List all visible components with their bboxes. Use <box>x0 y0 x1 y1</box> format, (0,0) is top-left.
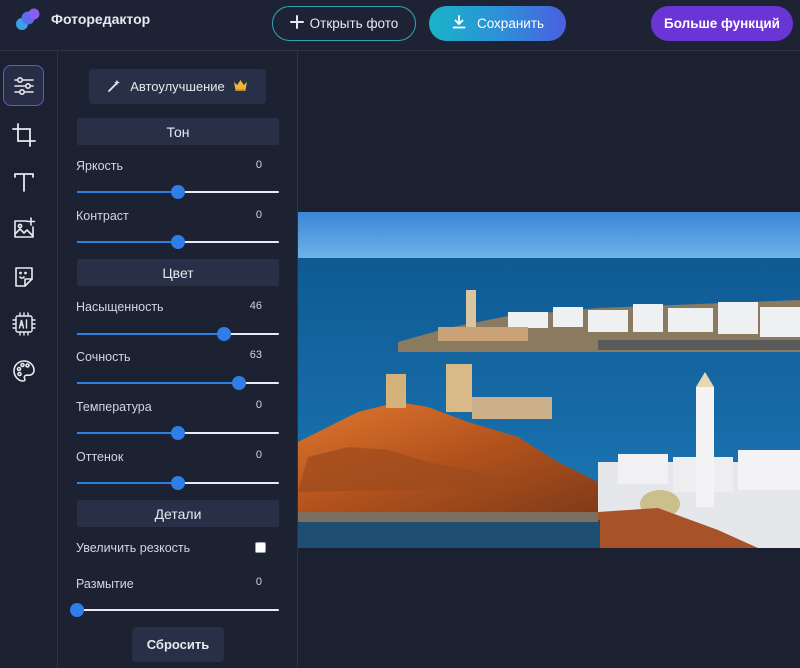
slider-track <box>77 609 279 611</box>
slider-thumb[interactable] <box>231 376 246 390</box>
slider-thumb[interactable] <box>171 185 185 199</box>
auto-enhance-button[interactable]: Автоулучшение <box>89 69 266 104</box>
slider-fill <box>77 333 225 335</box>
tint-value: 0 <box>255 449 262 461</box>
slider-thumb[interactable] <box>70 603 84 617</box>
slider-fill <box>77 482 178 484</box>
ai-icon <box>11 311 36 336</box>
blur-value: 0 <box>255 576 262 588</box>
palette-tool[interactable] <box>3 350 44 391</box>
sharpen-checkbox[interactable] <box>255 542 266 553</box>
palette-icon <box>12 359 35 382</box>
ai-tool[interactable] <box>3 303 44 344</box>
slider-fill <box>77 432 178 434</box>
slider-thumb[interactable] <box>171 235 185 249</box>
add-image-tool[interactable] <box>3 208 44 249</box>
open-photo-button[interactable]: Открыть фото <box>272 6 416 41</box>
vibrance-label: Сочность <box>76 350 131 364</box>
save-button[interactable]: Сохранить <box>429 6 566 41</box>
contrast-label: Контраст <box>76 209 129 223</box>
brightness-label: Яркость <box>76 159 124 173</box>
adjustments-panel: Автоулучшение Тон Яркость 0 Контраст 0 Ц… <box>58 51 298 668</box>
saturation-label: Насыщенность <box>76 300 164 314</box>
text-icon <box>13 172 34 192</box>
section-details-header: Детали <box>77 500 279 527</box>
saturation-value: 46 <box>249 300 262 312</box>
contrast-value: 0 <box>255 209 262 221</box>
sharpen-label: Увеличить резкость <box>76 541 191 555</box>
canvas-area <box>298 51 800 668</box>
brightness-value: 0 <box>255 159 262 171</box>
reset-button[interactable]: Сбросить <box>132 627 224 662</box>
section-color-header: Цвет <box>77 259 279 286</box>
tool-rail <box>0 51 58 668</box>
edited-photo[interactable] <box>298 212 800 548</box>
temperature-slider[interactable] <box>77 426 279 440</box>
tint-slider[interactable] <box>77 476 279 490</box>
adjust-icon <box>13 76 34 95</box>
coastal-town-photo <box>298 212 800 548</box>
sticker-icon <box>14 266 33 287</box>
plus-icon <box>289 15 304 32</box>
blur-label: Размытие <box>76 577 134 591</box>
app-logo-icon <box>14 8 42 32</box>
vibrance-slider[interactable] <box>77 376 279 390</box>
auto-enhance-label: Автоулучшение <box>130 79 225 94</box>
slider-fill <box>77 241 178 243</box>
text-tool[interactable] <box>3 161 44 202</box>
adjust-tool[interactable] <box>3 65 44 106</box>
saturation-slider[interactable] <box>77 327 279 341</box>
contrast-slider[interactable] <box>77 235 279 249</box>
app-header: Фоторедактор Открыть фото Сохранить Боль… <box>0 0 800 51</box>
save-label: Сохранить <box>476 16 545 31</box>
slider-thumb[interactable] <box>217 327 232 341</box>
crown-icon <box>233 79 248 94</box>
more-features-button[interactable]: Больше функций <box>651 6 793 41</box>
sticker-tool[interactable] <box>3 256 44 297</box>
vibrance-value: 63 <box>249 349 262 361</box>
download-icon <box>451 14 467 33</box>
add-image-icon <box>13 216 35 238</box>
temperature-label: Температура <box>76 400 152 414</box>
slider-fill <box>77 191 178 193</box>
temperature-value: 0 <box>255 399 262 411</box>
slider-thumb[interactable] <box>171 426 185 440</box>
crop-tool[interactable] <box>3 114 44 155</box>
slider-fill <box>77 382 239 384</box>
app-title: Фоторедактор <box>51 11 151 27</box>
tint-label: Оттенок <box>76 450 124 464</box>
blur-slider[interactable] <box>70 603 279 617</box>
brightness-slider[interactable] <box>77 185 279 199</box>
magic-wand-icon <box>107 78 122 96</box>
crop-icon <box>11 122 36 147</box>
open-photo-label: Открыть фото <box>309 16 399 31</box>
slider-thumb[interactable] <box>171 476 185 490</box>
section-tone-header: Тон <box>77 118 279 145</box>
